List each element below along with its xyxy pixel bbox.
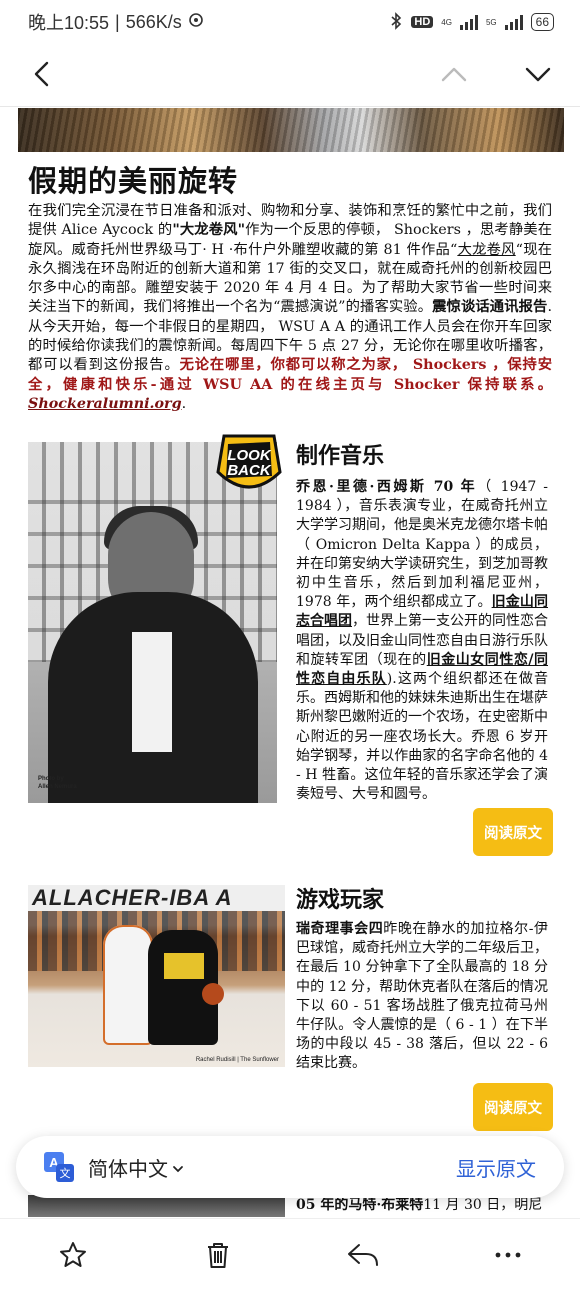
card2-lead: 瑞奇理事会四 bbox=[296, 921, 384, 937]
photo-shirt bbox=[132, 632, 172, 752]
language-label: 简体中文 bbox=[88, 1156, 168, 1181]
card3-body: 05 年的马特·布莱特11 月 30 日，明尼 bbox=[296, 1196, 548, 1216]
article-body: 在我们完全沉浸在节日准备和派对、购物和分享、装饰和烹饪的繁忙中之前，我们提供 A… bbox=[28, 202, 552, 414]
status-bar: 晚上10:55 | 566K/s HD 4G 5G 66 bbox=[0, 0, 580, 44]
star-icon[interactable] bbox=[51, 1233, 95, 1277]
badge-line1: LOOK bbox=[227, 447, 271, 464]
signal-icon-2 bbox=[504, 14, 523, 30]
bluetooth-icon bbox=[389, 11, 403, 33]
card1-text-1: （ 1947 - 1984 ），音乐表演专业，在威奇托州立大学学习期间，他是奥米… bbox=[296, 479, 548, 611]
hd-badge: HD bbox=[411, 16, 434, 28]
basketball-photo: ALLACHER-IBA A Rachel Rudisill | The Sun… bbox=[28, 885, 285, 1067]
read-original-button-2[interactable]: 阅读原文 bbox=[473, 1083, 553, 1131]
nav-divider bbox=[0, 106, 580, 107]
photo-basketball bbox=[202, 983, 224, 1005]
card1-lead: 乔恩·里德·西姆斯 70 年 bbox=[296, 479, 478, 495]
trash-icon[interactable] bbox=[196, 1233, 240, 1277]
photo-credit-line1: Photo by bbox=[38, 776, 64, 782]
battery-indicator: 66 bbox=[530, 13, 554, 31]
net2-label: 5G bbox=[485, 17, 497, 27]
badge-line2: BACK bbox=[227, 462, 271, 479]
nav-right bbox=[434, 54, 558, 94]
article-end: . bbox=[181, 395, 187, 412]
previous-icon[interactable] bbox=[434, 54, 474, 94]
back-icon[interactable] bbox=[22, 54, 62, 94]
translate-bar: A 文 简体中文 显示原文 bbox=[16, 1136, 564, 1198]
podcast-name: 震惊谈话通讯报告 bbox=[432, 299, 548, 316]
card3-lead: 05 年的马特·布莱特 bbox=[296, 1197, 424, 1213]
show-original-button[interactable]: 显示原文 bbox=[456, 1153, 536, 1182]
photo-credit: Photo by Allen Nemura bbox=[38, 775, 77, 791]
nav-bar bbox=[0, 44, 580, 104]
article-title: 假期的美丽旋转 bbox=[28, 164, 239, 198]
card2-title: 游戏玩家 bbox=[296, 888, 385, 913]
artwork-name: "大龙卷风" bbox=[172, 222, 246, 239]
matt-bright-photo bbox=[28, 1195, 285, 1217]
signal-icon-1 bbox=[459, 14, 478, 30]
card1-title: 制作音乐 bbox=[296, 444, 385, 469]
photo-player-white bbox=[103, 925, 153, 1045]
card1-text-3: ).这两个组织都还在做音乐。西姆斯和他的妹妹朱迪斯出生在堪萨斯州黎巴嫩附近的一个… bbox=[296, 671, 548, 803]
photo-jersey-gold bbox=[164, 953, 204, 979]
net1-label: 4G bbox=[441, 17, 452, 27]
status-time: 晚上10:55 bbox=[28, 13, 110, 33]
language-selector[interactable]: 简体中文 bbox=[88, 1153, 184, 1182]
arena-banner: ALLACHER-IBA A bbox=[28, 885, 285, 911]
photo-credit-line2: Allen Nemura bbox=[38, 784, 77, 790]
photo-credit-2: Rachel Rudisill | The Sunflower bbox=[195, 1057, 279, 1063]
reply-icon[interactable] bbox=[341, 1233, 385, 1277]
status-left: 晚上10:55 | 566K/s bbox=[28, 9, 204, 35]
artwork-link[interactable]: 大龙卷风 bbox=[457, 242, 515, 258]
translate-icon: A 文 bbox=[44, 1152, 74, 1182]
card2-body: 瑞奇理事会四昨晚在静水的加拉格尔-伊巴球馆，威奇托州立大学的二年级后卫，在最后 … bbox=[296, 920, 548, 1074]
status-right: HD 4G 5G 66 bbox=[389, 11, 554, 33]
sculpture-photo bbox=[18, 108, 564, 152]
hotspot-icon bbox=[188, 12, 204, 33]
card2-text: 昨晚在静水的加拉格尔-伊巴球馆，威奇托州立大学的二年级后卫，在最后 10 分钟拿… bbox=[296, 921, 549, 1072]
card1-body: 乔恩·里德·西姆斯 70 年（ 1947 - 1984 ），音乐表演专业，在威奇… bbox=[296, 478, 548, 804]
read-original-button-1[interactable]: 阅读原文 bbox=[473, 808, 553, 856]
card3-text: 11 月 30 日，明尼 bbox=[423, 1197, 543, 1213]
status-speed: 566K/s bbox=[125, 11, 182, 32]
look-back-badge: LOOK BACK bbox=[214, 432, 284, 502]
more-icon[interactable] bbox=[486, 1233, 530, 1277]
alumni-link[interactable]: Shockeralumni.org bbox=[28, 396, 182, 412]
next-icon[interactable] bbox=[518, 54, 558, 94]
bottom-toolbar bbox=[0, 1218, 580, 1290]
status-sep: | bbox=[115, 11, 120, 32]
chevron-down-icon bbox=[172, 1155, 184, 1179]
